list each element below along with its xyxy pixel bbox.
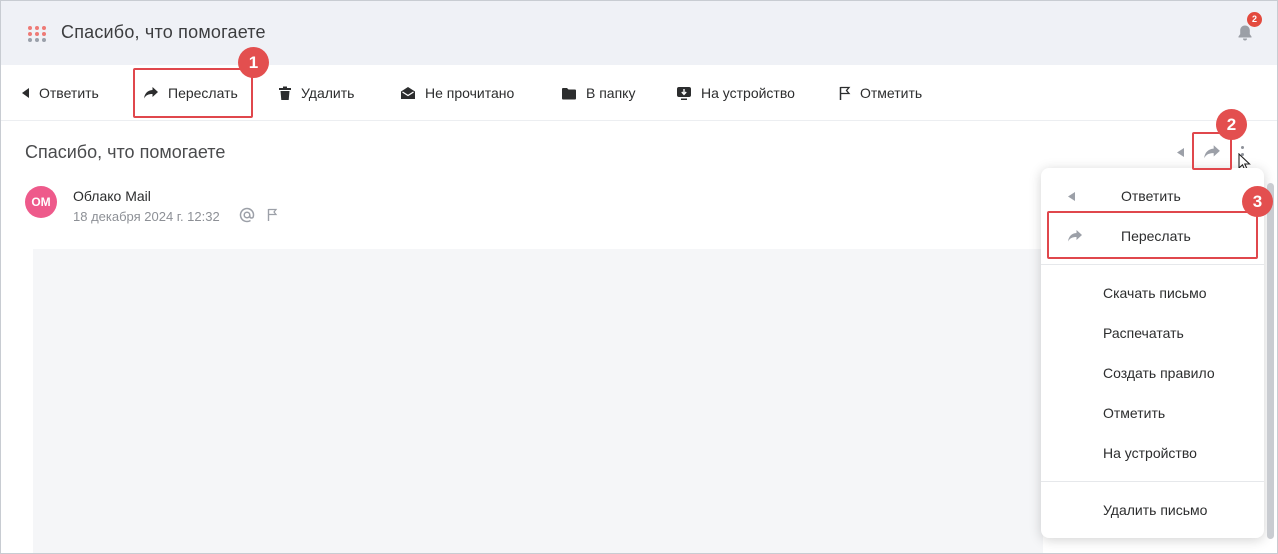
toolbar-folder-label: В папку [586, 85, 636, 101]
menu-item-label: Ответить [1121, 188, 1181, 204]
at-icon[interactable] [239, 207, 255, 223]
toolbar-device-label: На устройство [701, 85, 795, 101]
download-device-icon [677, 86, 691, 100]
reply-small-icon[interactable] [1176, 147, 1185, 158]
apps-grid-icon[interactable] [28, 26, 46, 42]
message-date: 18 декабря 2024 г. 12:32 [73, 209, 220, 224]
message-subject: Спасибо, что помогаете [25, 142, 226, 162]
menu-item-device[interactable]: На устройство [1041, 433, 1264, 473]
highlight-toolbar-forward [133, 68, 253, 118]
toolbar-device-button[interactable]: На устройство [676, 65, 795, 121]
menu-item-label: Создать правило [1103, 365, 1215, 381]
menu-item-label: Скачать письмо [1103, 285, 1207, 301]
menu-divider [1041, 481, 1264, 482]
toolbar-mark-button[interactable]: Отметить [839, 65, 922, 121]
menu-item-label: Отметить [1103, 405, 1166, 421]
toolbar-reply-button[interactable]: Ответить [21, 65, 99, 121]
app-header: Спасибо, что помогаете 2 [1, 1, 1277, 65]
mail-window: Спасибо, что помогаете 2 Ответить Пересл… [0, 0, 1278, 554]
flag-small-icon[interactable] [267, 208, 278, 222]
menu-item-reply[interactable]: Ответить [1041, 176, 1264, 216]
header-title: Спасибо, что помогаете [61, 22, 266, 42]
flag-icon [839, 86, 851, 100]
menu-item-mark[interactable]: Отметить [1041, 393, 1264, 433]
highlight-menu-forward [1047, 211, 1258, 259]
step-badge-1: 1 [238, 47, 269, 78]
menu-item-label: Удалить письмо [1103, 502, 1208, 518]
trash-icon [279, 86, 291, 100]
toolbar-unread-label: Не прочитано [425, 85, 515, 101]
menu-item-label: Распечатать [1103, 325, 1184, 341]
step-badge-2: 2 [1216, 109, 1247, 140]
toolbar-folder-button[interactable]: В папку [561, 65, 635, 121]
reply-icon [22, 88, 29, 98]
menu-item-label: На устройство [1103, 445, 1197, 461]
message-body [33, 249, 1043, 553]
envelope-open-icon [401, 87, 415, 99]
reply-icon [1068, 191, 1075, 201]
toolbar-delete-button[interactable]: Удалить [278, 65, 354, 121]
folder-icon [562, 87, 576, 99]
toolbar-unread-button[interactable]: Не прочитано [400, 65, 514, 121]
menu-item-print[interactable]: Распечатать [1041, 313, 1264, 353]
notification-badge: 2 [1247, 12, 1262, 27]
menu-divider [1041, 264, 1264, 265]
menu-item-download[interactable]: Скачать письмо [1041, 273, 1264, 313]
scrollbar[interactable] [1267, 183, 1274, 539]
step-badge-3: 3 [1242, 186, 1273, 217]
avatar: ОМ [25, 186, 57, 218]
menu-item-create-rule[interactable]: Создать правило [1041, 353, 1264, 393]
toolbar-mark-label: Отметить [860, 85, 923, 101]
toolbar-delete-label: Удалить [301, 85, 355, 101]
menu-item-delete[interactable]: Удалить письмо [1041, 490, 1264, 530]
sender-name[interactable]: Облако Mail [73, 188, 151, 204]
toolbar-reply-label: Ответить [39, 85, 99, 101]
